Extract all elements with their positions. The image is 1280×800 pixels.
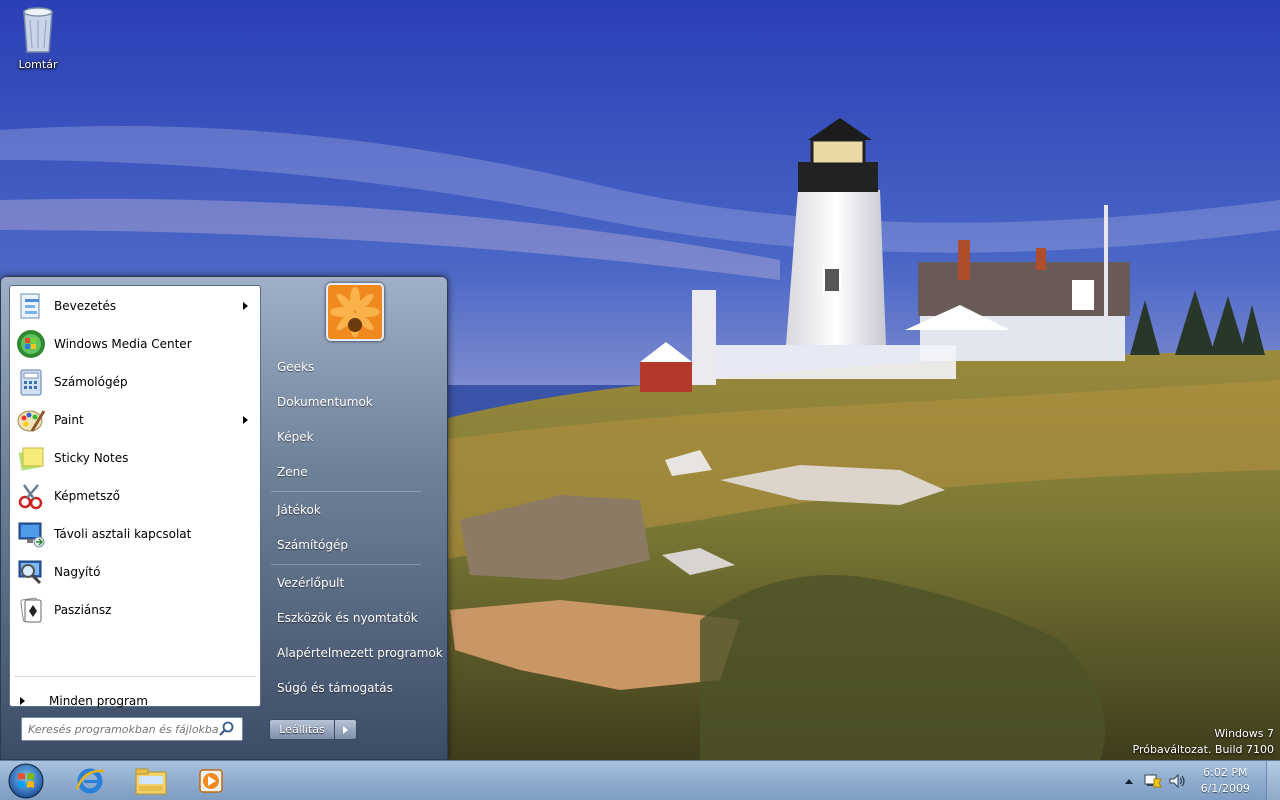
place-music[interactable]: Zene (271, 456, 443, 488)
program-paint[interactable]: Paint (14, 402, 258, 438)
program-label: Számológép (54, 375, 128, 389)
all-programs-button[interactable]: Minden program (20, 690, 148, 712)
program-label: Nagyító (54, 565, 101, 579)
notification-area: 6:02 PM 6/1/2009 (1115, 761, 1250, 800)
shutdown-group: Leállítás (269, 719, 357, 740)
submenu-arrow-icon[interactable] (243, 302, 248, 310)
network-flag-icon[interactable] (1143, 771, 1163, 791)
programs-separator (14, 676, 256, 677)
taskbar-windows-explorer[interactable] (125, 763, 177, 799)
system-clock[interactable]: 6:02 PM 6/1/2009 (1201, 765, 1250, 797)
start-search-box[interactable] (21, 717, 243, 741)
place-label: Zene (277, 465, 308, 479)
place-games[interactable]: Játékok (271, 494, 443, 526)
program-snipping-tool[interactable]: Képmetsző (14, 478, 258, 514)
search-input[interactable] (22, 722, 218, 736)
all-programs-label: Minden program (49, 694, 148, 708)
programs-pane: Bevezetés Windows Media Center Számológé… (9, 285, 261, 708)
user-avatar[interactable] (326, 283, 384, 341)
media-player-icon (199, 769, 223, 793)
place-label: Dokumentumok (277, 395, 373, 409)
place-label: Játékok (277, 503, 321, 517)
search-icon[interactable] (218, 720, 236, 738)
program-calculator[interactable]: Számológép (14, 364, 258, 400)
clock-time: 6:02 PM (1203, 766, 1248, 779)
program-solitaire[interactable]: Pasziánsz (14, 592, 258, 628)
submenu-arrow-icon[interactable] (243, 416, 248, 424)
shutdown-button[interactable]: Leállítás (269, 719, 335, 740)
volume-icon[interactable] (1167, 771, 1187, 791)
remote-desktop-icon (14, 517, 48, 551)
shutdown-label: Leállítás (279, 723, 325, 736)
sticky-notes-icon (14, 441, 48, 475)
flower-picture-icon (328, 285, 382, 339)
paint-icon (14, 403, 48, 437)
place-label: Geeks (277, 360, 315, 374)
program-remote-desktop[interactable]: Távoli asztali kapcsolat (14, 516, 258, 552)
place-label: Vezérlőpult (277, 576, 345, 590)
internet-explorer-icon (75, 768, 105, 794)
start-menu: Bevezetés Windows Media Center Számológé… (0, 276, 448, 760)
taskbar: 6:02 PM 6/1/2009 (0, 760, 1280, 800)
places-separator (271, 564, 421, 565)
start-orb-button[interactable] (6, 762, 46, 800)
program-label: Sticky Notes (54, 451, 129, 465)
program-getting-started[interactable]: Bevezetés (14, 288, 258, 324)
place-label: Súgó és támogatás (277, 681, 393, 695)
place-default-programs[interactable]: Alapértelmezett programok (271, 637, 443, 669)
shutdown-options-button[interactable] (335, 719, 357, 740)
show-desktop-button[interactable] (1266, 761, 1280, 800)
places-separator (271, 491, 421, 492)
desktop-icon-label: Lomtár (18, 58, 58, 71)
build-watermark: Windows 7 Próbaváltozat. Build 7100 (1133, 726, 1274, 758)
place-documents[interactable]: Dokumentumok (271, 386, 443, 418)
recycle-bin-icon (23, 7, 53, 53)
clock-date: 6/1/2009 (1200, 782, 1250, 795)
place-label: Alapértelmezett programok (277, 646, 443, 660)
place-user-folder[interactable]: Geeks (271, 351, 443, 383)
windows-explorer-icon (135, 768, 167, 795)
program-label: Távoli asztali kapcsolat (54, 527, 192, 541)
program-sticky-notes[interactable]: Sticky Notes (14, 440, 258, 476)
getting-started-icon (14, 289, 48, 323)
program-label: Bevezetés (54, 299, 117, 313)
place-label: Képek (277, 430, 314, 444)
place-control-panel[interactable]: Vezérlőpult (271, 567, 443, 599)
desktop-icon-recycle-bin[interactable]: Lomtár (8, 6, 68, 71)
chevron-right-icon (343, 725, 348, 734)
place-pictures[interactable]: Képek (271, 421, 443, 453)
place-help-support[interactable]: Súgó és támogatás (271, 672, 443, 704)
show-hidden-icons-icon[interactable] (1119, 771, 1139, 791)
place-computer[interactable]: Számítógép (271, 529, 443, 561)
watermark-line-2: Próbaváltozat. Build 7100 (1132, 743, 1274, 756)
program-label: Képmetsző (54, 489, 120, 503)
program-label: Windows Media Center (54, 337, 192, 351)
calculator-icon (14, 365, 48, 399)
program-windows-media-center[interactable]: Windows Media Center (14, 326, 258, 362)
program-label: Paint (54, 413, 84, 427)
place-devices-printers[interactable]: Eszközök és nyomtatók (271, 602, 443, 634)
place-label: Számítógép (277, 538, 348, 552)
program-magnifier[interactable]: Nagyító (14, 554, 258, 590)
snipping-tool-icon (14, 479, 48, 513)
taskbar-internet-explorer[interactable] (64, 763, 116, 799)
magnifier-icon (14, 555, 48, 589)
place-label: Eszközök és nyomtatók (277, 611, 418, 625)
chevron-right-icon (20, 697, 25, 705)
program-label: Pasziánsz (54, 603, 112, 617)
taskbar-media-player[interactable] (185, 763, 237, 799)
media-center-icon (14, 327, 48, 361)
solitaire-icon (14, 593, 48, 627)
watermark-line-1: Windows 7 (1214, 727, 1274, 740)
